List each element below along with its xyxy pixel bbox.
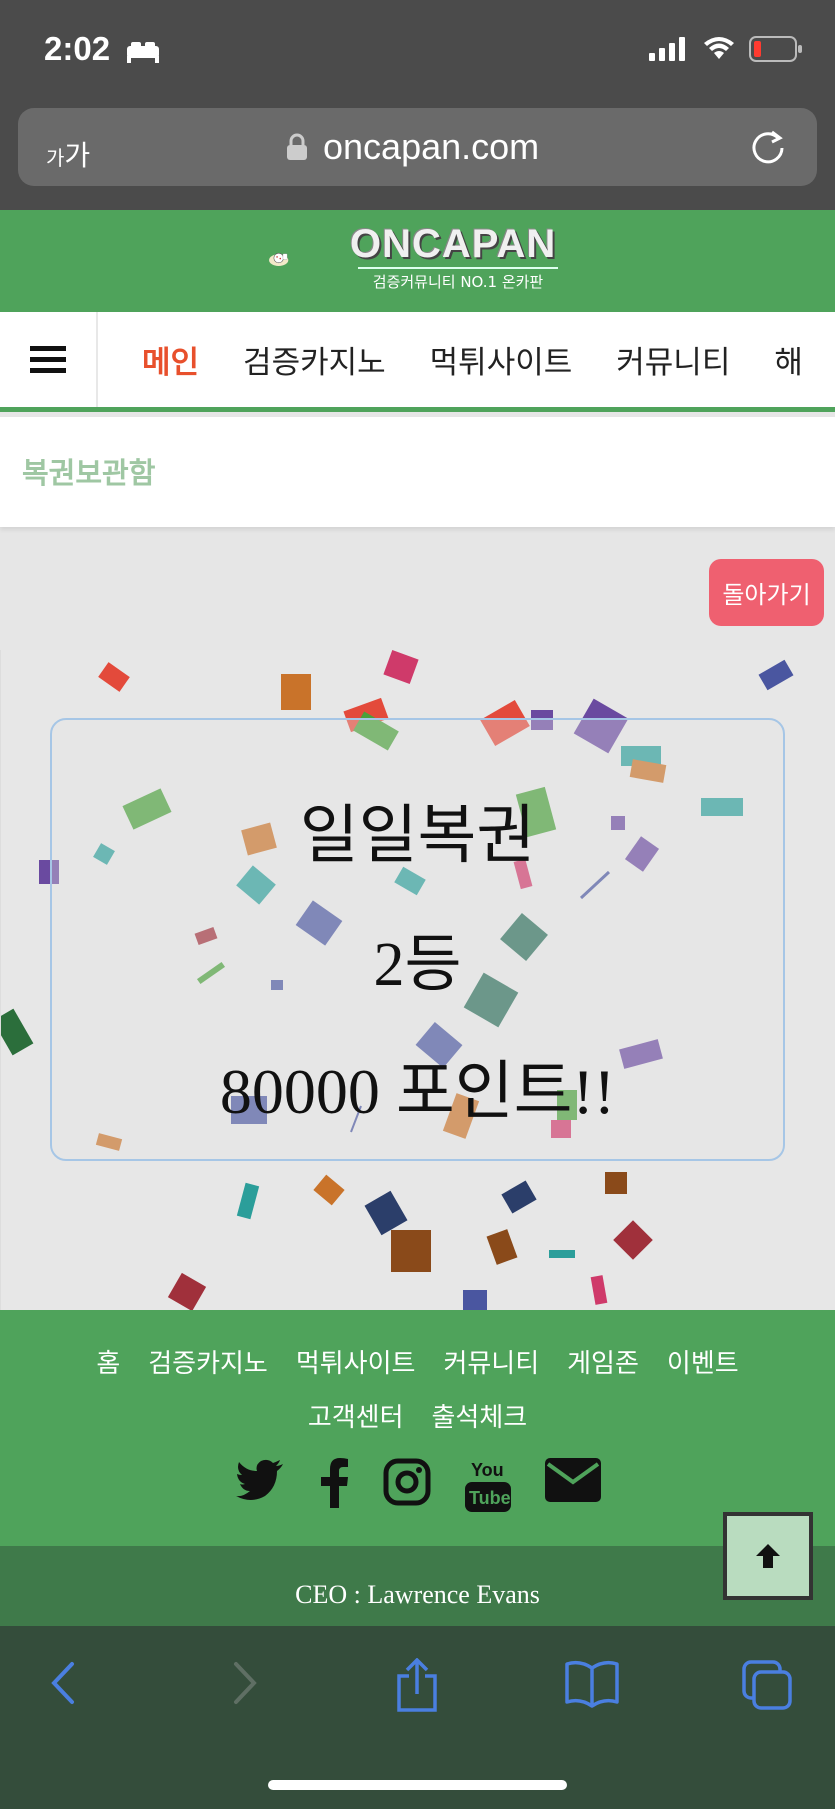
sleep-mode-icon: [127, 42, 159, 63]
url-domain[interactable]: oncapan.com: [323, 126, 539, 168]
nav-item-scam-sites[interactable]: 먹튀사이트: [408, 337, 595, 382]
text-size-small-label: 가: [46, 146, 65, 170]
battery-icon: [749, 36, 802, 62]
instagram-icon[interactable]: [383, 1458, 431, 1506]
bookmarks-icon[interactable]: [564, 1658, 620, 1708]
main-nav: 메인 검증카지노 먹튀사이트 커뮤니티 해: [0, 312, 835, 412]
nav-item-main[interactable]: 메인: [98, 337, 221, 382]
twitter-icon[interactable]: [235, 1458, 285, 1502]
breadcrumb[interactable]: 복권보관함: [22, 450, 155, 492]
reload-icon[interactable]: [748, 128, 788, 168]
text-size-button[interactable]: 가가: [46, 134, 90, 174]
youtube-icon[interactable]: You Tube: [464, 1458, 511, 1512]
site-logo-tagline: 검증커뮤니티 NO.1 온카판: [358, 267, 558, 292]
site-logo-emblem[interactable]: [268, 222, 348, 294]
forward-arrow-icon: [234, 1662, 257, 1704]
home-indicator[interactable]: [268, 1780, 567, 1790]
arrow-up-icon: [756, 1544, 780, 1568]
back-button[interactable]: 돌아가기: [709, 559, 824, 626]
lock-icon: [287, 133, 307, 160]
hamburger-icon: [30, 345, 66, 373]
cellular-signal-icon: [649, 37, 685, 61]
footer-link-community[interactable]: 커뮤니티: [429, 1349, 553, 1379]
result-rank: 2등: [373, 931, 462, 999]
footer-link-verified-casino[interactable]: 검증카지노: [134, 1349, 282, 1379]
footer-link-scam-sites[interactable]: 먹튀사이트: [282, 1349, 430, 1379]
email-icon[interactable]: [544, 1458, 601, 1502]
status-bar: 2:02: [0, 0, 835, 105]
footer-links: 홈 검증카지노 먹튀사이트 커뮤니티 게임존 이벤트 고객센터 출석체크: [0, 1337, 835, 1445]
footer-link-home[interactable]: 홈: [82, 1349, 134, 1379]
back-arrow-icon[interactable]: [44, 1658, 84, 1708]
scroll-to-top-button[interactable]: [723, 1512, 813, 1600]
ceo-info: CEO : Lawrence Evans: [295, 1580, 540, 1609]
nav-item-verified-casino[interactable]: 검증카지노: [221, 337, 408, 382]
tabs-icon[interactable]: [740, 1658, 794, 1712]
footer-link-attendance[interactable]: 출석체크: [418, 1403, 542, 1433]
footer-link-support[interactable]: 고객센터: [294, 1403, 418, 1433]
svg-text:Tube: Tube: [469, 1488, 511, 1508]
social-links: You Tube: [0, 1458, 835, 1512]
wifi-icon: [704, 37, 734, 59]
site-logo-text[interactable]: ONCAPAN: [350, 222, 556, 267]
menu-button[interactable]: [0, 312, 98, 407]
nav-item-overflow[interactable]: 해: [752, 337, 825, 382]
svg-text:You: You: [471, 1460, 504, 1480]
share-icon[interactable]: [392, 1658, 442, 1712]
result-points: 80000 포인트!!: [219, 1056, 616, 1127]
nav-item-community[interactable]: 커뮤니티: [594, 337, 752, 382]
footer-link-game-zone[interactable]: 게임존: [553, 1349, 653, 1379]
footer-link-events[interactable]: 이벤트: [653, 1349, 753, 1379]
facebook-icon[interactable]: [319, 1458, 349, 1508]
result-title: 일일복권: [299, 799, 536, 873]
text-size-large-label: 가: [64, 139, 91, 172]
status-time: 2:02: [44, 30, 111, 67]
